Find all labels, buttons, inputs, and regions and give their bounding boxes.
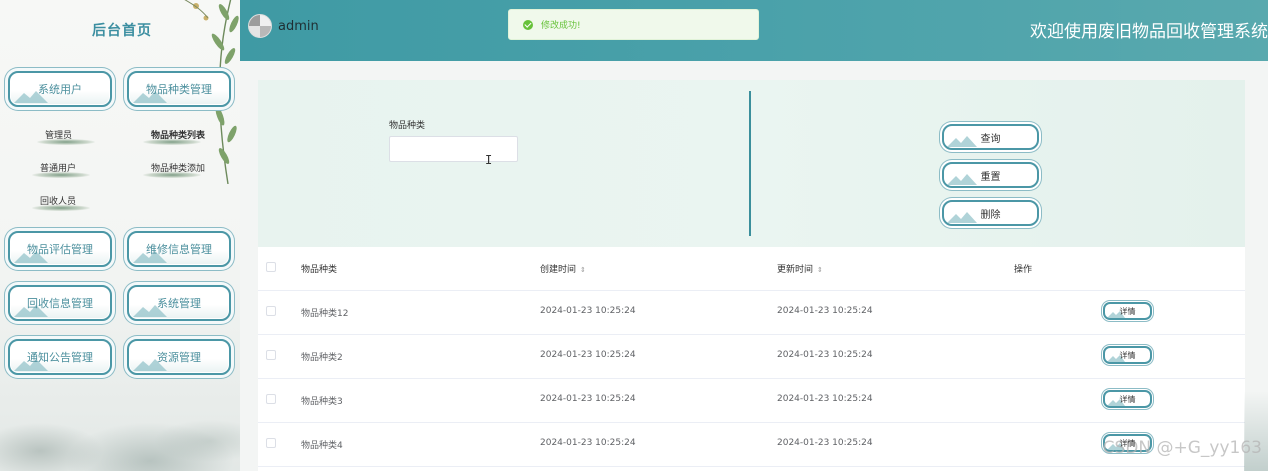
button-label: 详情	[1119, 350, 1136, 360]
username[interactable]: admin	[278, 19, 319, 34]
sub-item-recycler[interactable]: 回收人员	[32, 194, 90, 211]
menu-notice-management[interactable]: 通知公告管理	[8, 339, 112, 375]
cell-category: 物品种类3	[301, 397, 343, 407]
check-circle-icon	[523, 19, 533, 30]
brush-stroke-decoration	[32, 205, 90, 211]
table-row: 物品种类12 2024-01-23 10:25:24 2024-01-23 10…	[258, 291, 1245, 335]
header-actions: 操作	[1014, 265, 1033, 275]
welcome-text: 欢迎使用废旧物品回收管理系统	[1030, 22, 1268, 42]
search-label: 物品种类	[389, 121, 426, 131]
detail-button[interactable]: 详情	[1103, 302, 1152, 320]
header-category: 物品种类	[301, 265, 338, 275]
main-content: 物品种类 I 查询 重置 删除 物品种类 创建时间 ⇕ 更新时间 ⇕ 操作 物品种类…	[240, 61, 1268, 471]
toast-message: 修改成功!	[541, 21, 581, 31]
table-row: 物品种类2 2024-01-23 10:25:24 2024-01-23 10:…	[258, 335, 1245, 379]
delete-button[interactable]: 删除	[942, 200, 1039, 226]
cell-category: 物品种类12	[301, 309, 349, 319]
sort-icon[interactable]: ⇕	[580, 266, 586, 274]
cell-category: 物品种类4	[301, 441, 343, 451]
menu-label: 维修信息管理	[146, 243, 212, 256]
button-label: 查询	[980, 133, 1001, 145]
menu-system-users[interactable]: 系统用户	[8, 71, 112, 107]
cell-category: 物品种类2	[301, 353, 343, 363]
header-updated[interactable]: 更新时间 ⇕	[777, 262, 823, 275]
menu-label: 系统管理	[157, 297, 201, 310]
row-checkbox[interactable]	[266, 394, 276, 404]
detail-button[interactable]: 详情	[1103, 346, 1152, 364]
avatar[interactable]	[248, 14, 272, 38]
vertical-divider	[749, 91, 751, 236]
menu-label: 系统用户	[38, 83, 82, 96]
sub-item-category-add[interactable]: 物品种类添加	[143, 161, 205, 178]
button-label: 详情	[1119, 438, 1136, 448]
menu-category-management[interactable]: 物品种类管理	[127, 71, 231, 107]
hill-icon	[947, 136, 977, 147]
header-created[interactable]: 创建时间 ⇕	[540, 262, 586, 275]
sub-item-admin[interactable]: 管理员	[37, 128, 95, 145]
sidebar-home-link[interactable]: 后台首页	[92, 20, 152, 40]
brush-stroke-decoration	[143, 172, 201, 178]
menu-resource-management[interactable]: 资源管理	[127, 339, 231, 375]
brush-stroke-decoration	[37, 139, 95, 145]
menu-label: 物品种类管理	[146, 83, 212, 96]
menu-label: 通知公告管理	[27, 351, 93, 364]
menu-repair-management[interactable]: 维修信息管理	[127, 231, 231, 267]
brush-stroke-decoration	[32, 172, 90, 178]
cell-created: 2024-01-23 10:25:24	[540, 394, 636, 404]
search-panel: 物品种类 I 查询 重置 删除	[258, 80, 1245, 247]
row-checkbox[interactable]	[266, 306, 276, 316]
table-row: 物品种类4 2024-01-23 10:25:24 2024-01-23 10:…	[258, 423, 1245, 467]
button-label: 删除	[980, 209, 1001, 221]
menu-recycle-management[interactable]: 回收信息管理	[8, 285, 112, 321]
detail-button[interactable]: 详情	[1103, 390, 1152, 408]
table-row: 物品种类3 2024-01-23 10:25:24 2024-01-23 10:…	[258, 379, 1245, 423]
cell-created: 2024-01-23 10:25:24	[540, 350, 636, 360]
button-label: 详情	[1119, 306, 1136, 316]
top-header: admin 修改成功! 欢迎使用废旧物品回收管理系统	[240, 0, 1268, 61]
sub-item-category-list[interactable]: 物品种类列表	[143, 128, 205, 145]
text-cursor-icon: I	[485, 153, 493, 167]
cell-created: 2024-01-23 10:25:24	[540, 438, 636, 448]
row-checkbox[interactable]	[266, 438, 276, 448]
menu-evaluation-management[interactable]: 物品评估管理	[8, 231, 112, 267]
hill-icon	[947, 212, 977, 223]
cell-updated: 2024-01-23 10:25:24	[777, 438, 873, 448]
success-toast: 修改成功!	[508, 9, 759, 40]
cell-updated: 2024-01-23 10:25:24	[777, 350, 873, 360]
cell-created: 2024-01-23 10:25:24	[540, 306, 636, 316]
reset-button[interactable]: 重置	[942, 162, 1039, 188]
menu-system-management[interactable]: 系统管理	[127, 285, 231, 321]
mountain-decoration	[1244, 391, 1268, 471]
sub-item-normal-user[interactable]: 普通用户	[32, 161, 90, 178]
menu-label: 物品评估管理	[27, 243, 93, 256]
sidebar: 后台首页 系统用户 物品种类管理 管理员 普通用户 回收人员 物品种类列表 物品…	[0, 0, 240, 471]
query-button[interactable]: 查询	[942, 124, 1039, 150]
category-table: 物品种类 创建时间 ⇕ 更新时间 ⇕ 操作 物品种类12 2024-01-23 10…	[258, 247, 1245, 471]
header-label: 创建时间	[540, 265, 577, 275]
row-checkbox[interactable]	[266, 350, 276, 360]
category-search-input[interactable]	[389, 136, 518, 162]
brush-stroke-decoration	[143, 139, 201, 145]
cell-updated: 2024-01-23 10:25:24	[777, 306, 873, 316]
sort-icon[interactable]: ⇕	[817, 266, 823, 274]
select-all-checkbox[interactable]	[266, 262, 276, 272]
hill-icon	[947, 174, 977, 185]
button-label: 重置	[980, 171, 1001, 183]
button-label: 详情	[1119, 394, 1136, 404]
table-header-row: 物品种类 创建时间 ⇕ 更新时间 ⇕ 操作	[258, 247, 1245, 291]
cell-updated: 2024-01-23 10:25:24	[777, 394, 873, 404]
menu-label: 资源管理	[157, 351, 201, 364]
header-label: 更新时间	[777, 265, 814, 275]
menu-label: 回收信息管理	[27, 297, 93, 310]
